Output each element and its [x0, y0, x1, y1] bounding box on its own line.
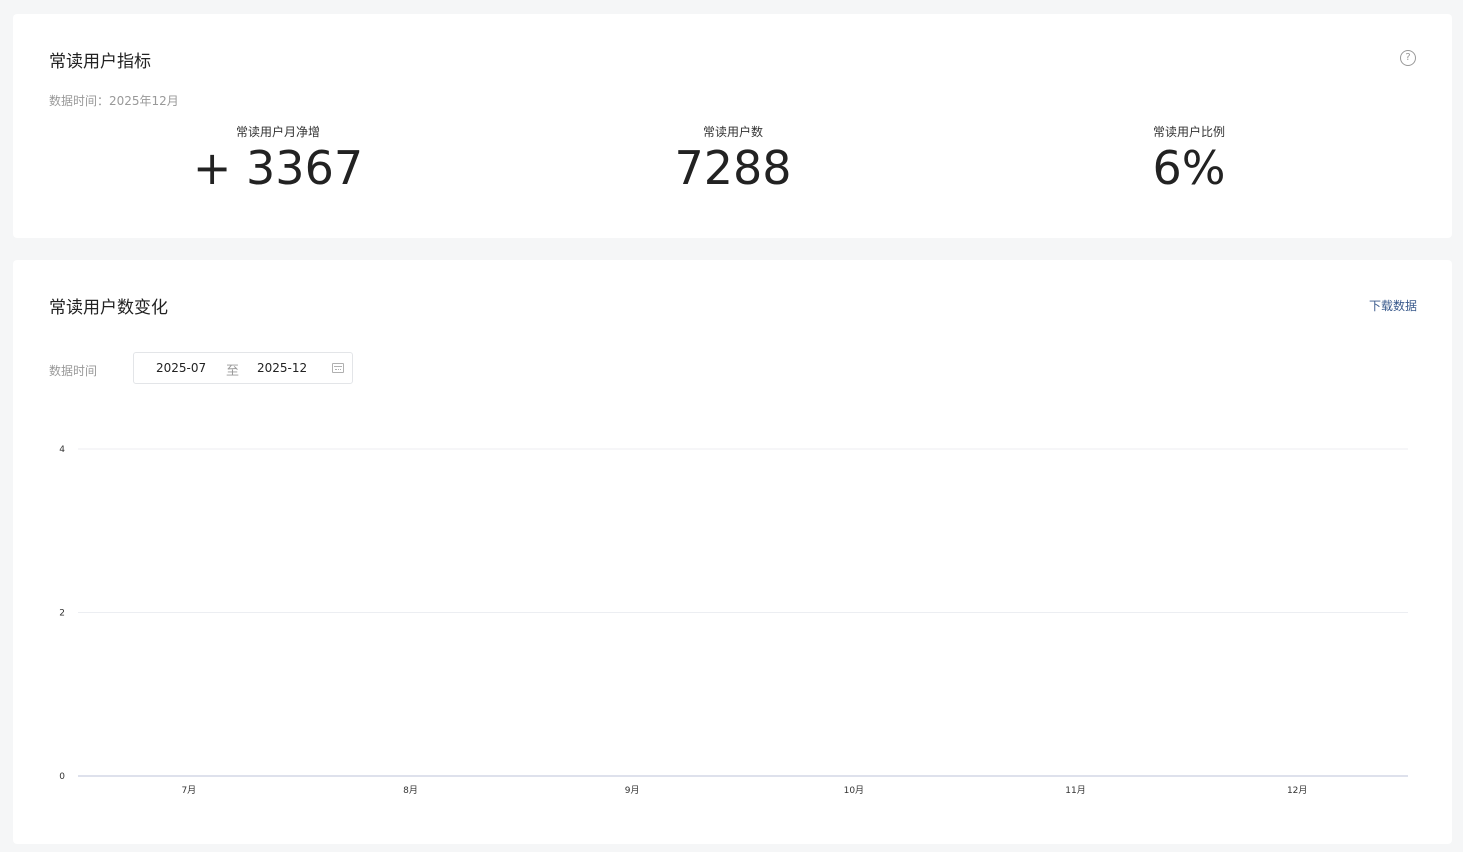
y-tick-label: 4	[59, 445, 65, 455]
metric-label: 常读用户数	[702, 125, 763, 139]
x-tick-label: 12月	[1287, 785, 1307, 796]
metrics-card: 常读用户指标 ? 数据时间：2025年12月 常读用户月净增 + 3367 常读…	[13, 14, 1452, 238]
question-circle-icon[interactable]: ?	[1400, 50, 1416, 66]
metric-label: 常读用户月净增	[235, 125, 320, 139]
metric-value: 7288	[674, 141, 792, 195]
x-tick-label: 10月	[844, 785, 864, 796]
line-chart: 0 2 4 7月 8月 9月 10月 11月 12月	[59, 445, 1408, 796]
x-tick-label: 8月	[403, 785, 418, 796]
chart-card: 常读用户数变化 下载数据 数据时间 2025-07 至 2025-12 0247…	[13, 260, 1452, 844]
metric-user-ratio: 常读用户比例 6%	[1039, 122, 1339, 194]
metric-value: 6%	[1152, 141, 1226, 195]
metrics-card-title: 常读用户指标	[49, 52, 151, 72]
x-tick-label: 7月	[181, 785, 196, 796]
metric-net-increase: 常读用户月净增 + 3367	[128, 122, 428, 194]
metric-value: + 3367	[192, 141, 364, 195]
y-tick-label: 0	[59, 772, 65, 782]
x-tick-label: 9月	[625, 785, 640, 796]
metric-label: 常读用户比例	[1152, 125, 1225, 139]
x-tick-label: 11月	[1065, 785, 1085, 796]
metric-user-count: 常读用户数 7288	[583, 122, 883, 194]
y-tick-label: 2	[59, 609, 65, 619]
data-time-label: 数据时间：2025年12月	[49, 94, 179, 108]
